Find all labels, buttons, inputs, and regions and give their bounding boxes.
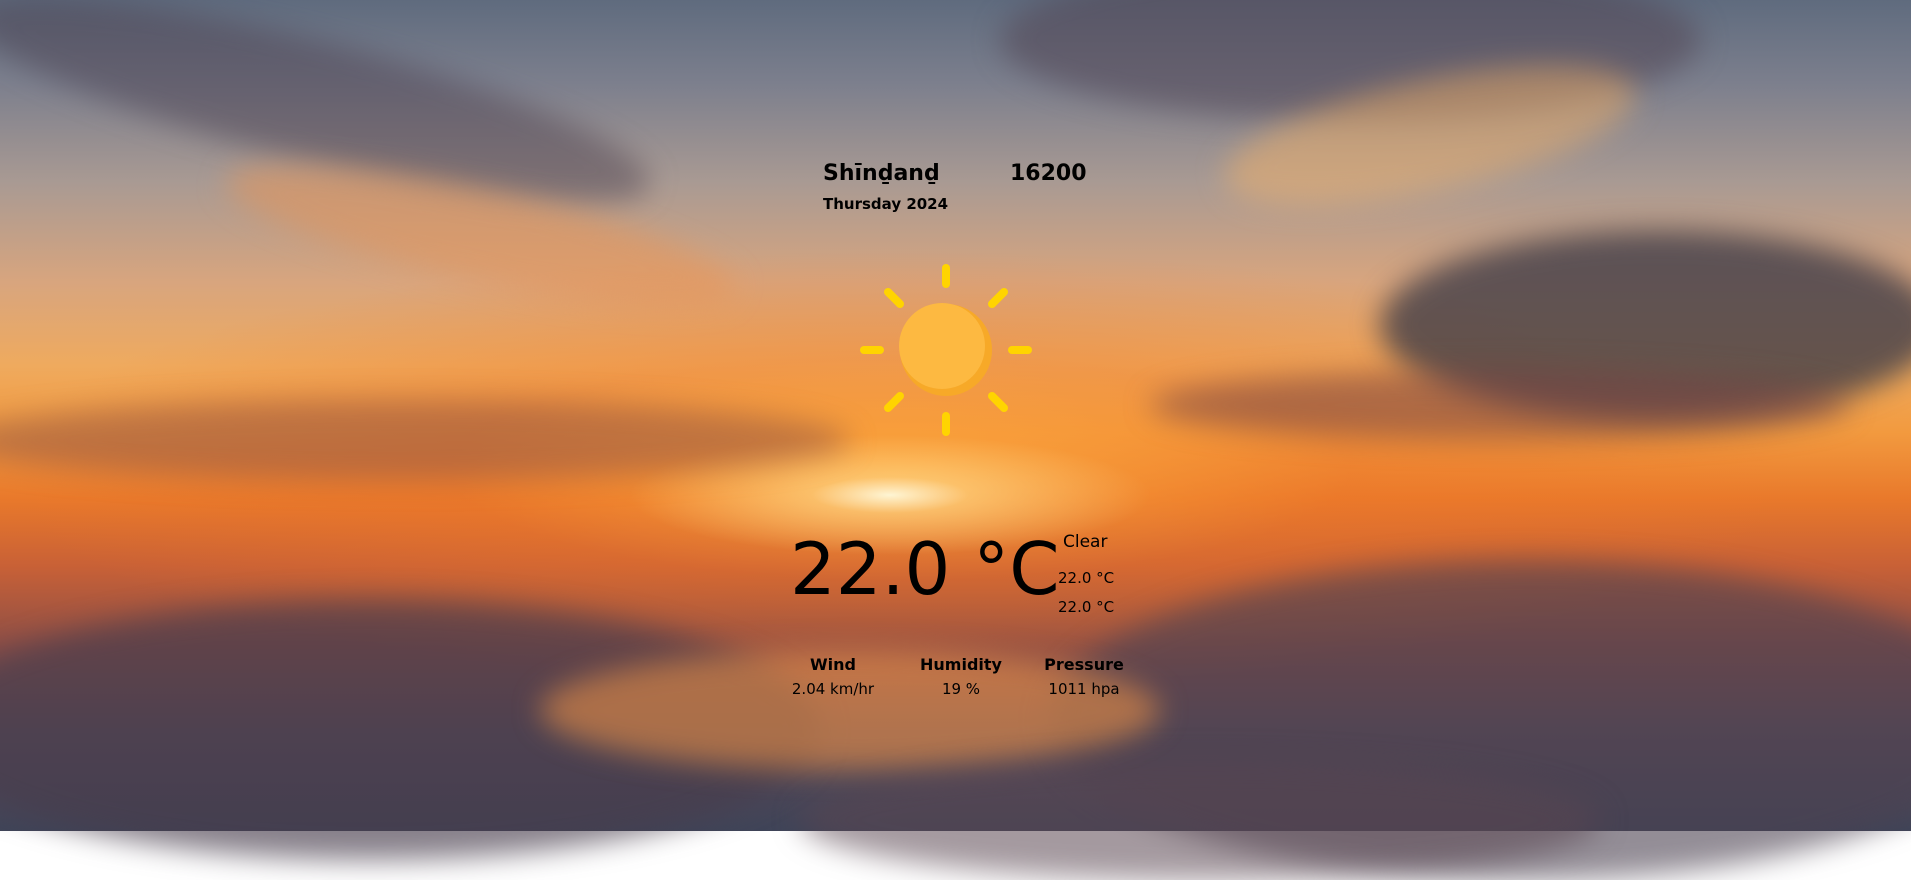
wind-stat: Wind 2.04 km/hr	[788, 655, 878, 698]
current-temperature: 22.0 °C	[790, 527, 1060, 611]
sun-icon	[858, 262, 1034, 438]
city-name: Shīnḏanḏ	[823, 161, 940, 186]
cloud-shape	[1150, 370, 1850, 440]
date-label: Thursday 2024	[823, 195, 949, 213]
humidity-value: 19 %	[941, 680, 981, 698]
wind-value: 2.04 km/hr	[791, 680, 875, 698]
humidity-label: Humidity	[920, 655, 1002, 674]
pressure-label: Pressure	[1044, 655, 1124, 674]
min-temperature: 22.0 °C	[1058, 598, 1115, 616]
cloud-shape	[0, 400, 850, 480]
wind-label: Wind	[810, 655, 856, 674]
cloud-shape	[800, 760, 1600, 880]
max-temperature: 22.0 °C	[1058, 569, 1115, 587]
weather-widget: Shīnḏanḏ 16200 Thursday 2024 22.0 °C Cle…	[780, 150, 1140, 710]
postal-code: 16200	[1010, 161, 1087, 186]
weather-condition: Clear	[1063, 532, 1108, 552]
pressure-value: 1011 hpa	[1048, 680, 1120, 698]
humidity-stat: Humidity 19 %	[911, 655, 1011, 698]
pressure-stat: Pressure 1011 hpa	[1044, 655, 1124, 698]
